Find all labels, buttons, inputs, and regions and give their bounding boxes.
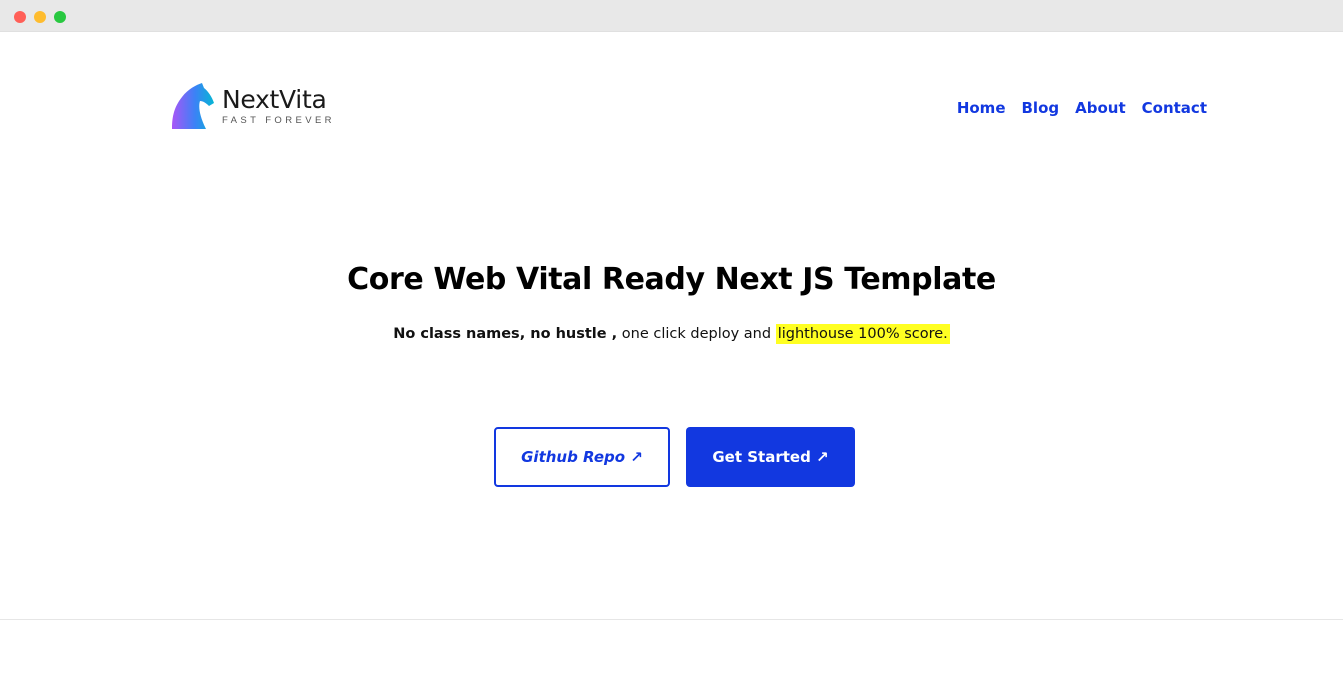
horse-head-icon [148,83,214,129]
github-repo-button[interactable]: Github Repo ↗ [494,427,670,487]
get-started-button[interactable]: Get Started ↗ [686,427,855,487]
nav-contact-link[interactable]: Contact [1142,99,1207,117]
nav-about-link[interactable]: About [1075,99,1126,117]
brand-logo-link[interactable]: NextVita FAST FOREVER [148,78,348,134]
brand-tagline: FAST FOREVER [222,115,335,126]
close-window-button[interactable] [14,11,26,23]
hero-subtitle-bold: No class names, no hustle , [393,326,618,342]
minimize-window-button[interactable] [34,11,46,23]
hero-title: Core Web Vital Ready Next JS Template [347,262,996,297]
hero-subtitle: No class names, no hustle , one click de… [0,324,1343,344]
window-titlebar [0,0,1343,32]
nav-blog-link[interactable]: Blog [1022,99,1060,117]
hero-subtitle-highlight: lighthouse 100% score. [775,324,950,344]
maximize-window-button[interactable] [54,11,66,23]
hero-subtitle-plain: one click deploy and [617,326,776,342]
nav-home-link[interactable]: Home [957,99,1006,117]
main-nav: Home Blog About Contact [957,99,1207,117]
brand-name: NextVita [222,85,327,114]
section-divider [0,619,1343,620]
